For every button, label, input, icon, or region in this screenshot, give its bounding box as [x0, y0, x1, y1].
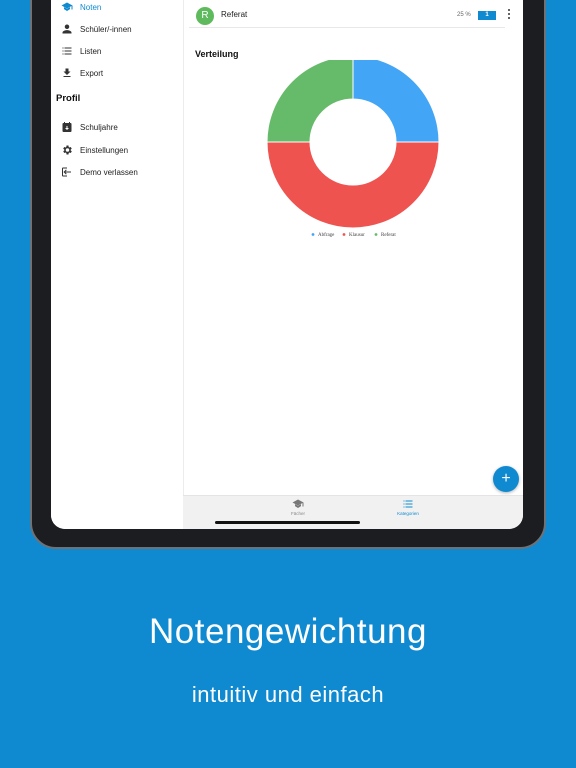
list-icon — [378, 498, 438, 510]
tab-faecher[interactable]: Fächer — [268, 498, 328, 516]
slice-referat — [266, 60, 354, 143]
sidebar: Noten Schüler/-innen Listen Export Profi… — [51, 0, 184, 529]
sidebar-item-export[interactable]: Export — [61, 64, 103, 82]
add-button[interactable]: + — [493, 466, 519, 492]
donut-chart: Abfrage Klausur Referat — [266, 60, 440, 238]
gear-icon — [61, 144, 73, 156]
chart-title: Verteilung — [195, 49, 239, 59]
legend-item-referat: Referat — [374, 233, 396, 238]
category-name: Referat — [221, 10, 248, 19]
sidebar-item-einstellungen[interactable]: Einstellungen — [61, 141, 128, 159]
tab-label: Kategorien — [397, 511, 419, 516]
more-vert-icon[interactable] — [507, 9, 511, 23]
sidebar-item-listen[interactable]: Listen — [61, 42, 101, 60]
sidebar-item-schueler[interactable]: Schüler/-innen — [61, 20, 132, 38]
legend-marker — [374, 233, 378, 236]
subline: intuitiv und einfach — [191, 682, 385, 707]
sidebar-item-label: Demo verlassen — [80, 167, 138, 177]
sidebar-item-label: Listen — [80, 46, 102, 56]
legend-label: Referat — [381, 233, 396, 238]
slice-klausur — [266, 141, 440, 229]
exit-icon — [61, 166, 73, 178]
sidebar-item-label: Noten — [80, 2, 102, 12]
sidebar-item-demo-verlassen[interactable]: Demo verlassen — [61, 163, 138, 181]
legend-item-abfrage: Abfrage — [311, 233, 335, 238]
sidebar-item-label: Einstellungen — [80, 145, 129, 155]
legend-label: Abfrage — [318, 233, 335, 238]
graduation-cap-icon — [268, 498, 328, 510]
sidebar-item-label: Export — [80, 68, 104, 78]
headline: Notengewichtung — [149, 612, 427, 651]
main-content: R Referat 25 % 1 Verteilung Abfrage Klaus… — [183, 0, 523, 529]
list-item[interactable]: R Referat 25 % 1 — [189, 5, 511, 28]
avatar: R — [196, 7, 214, 25]
legend-marker — [342, 233, 346, 236]
legend-marker — [311, 233, 315, 236]
sidebar-item-label: Schüler/-innen — [80, 24, 132, 34]
list-icon — [61, 45, 73, 57]
download-icon — [61, 67, 73, 79]
calendar-icon — [61, 121, 73, 133]
category-percent: 25 % — [457, 12, 471, 18]
count-badge: 1 — [478, 11, 496, 20]
tab-kategorien[interactable]: Kategorien — [378, 498, 438, 516]
person-icon — [61, 23, 73, 35]
tab-label: Fächer — [290, 511, 305, 516]
home-indicator — [215, 521, 360, 524]
sidebar-item-schuljahre[interactable]: Schuljahre — [61, 118, 118, 136]
sidebar-item-noten[interactable]: Noten — [61, 0, 101, 16]
legend-item-klausur: Klausur — [342, 233, 365, 238]
legend-label: Klausur — [349, 233, 365, 238]
slice-abfrage — [352, 60, 440, 143]
sidebar-item-label: Schuljahre — [80, 122, 118, 132]
graduation-cap-icon — [61, 1, 73, 13]
profile-section-title: Profil — [56, 93, 81, 104]
app-screen: Noten Schüler/-innen Listen Export Profi… — [51, 0, 523, 529]
